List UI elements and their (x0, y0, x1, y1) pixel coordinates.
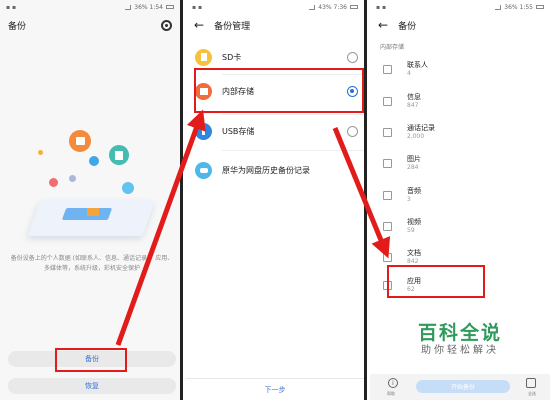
checkbox[interactable] (383, 252, 392, 262)
item-count: 2,000 (407, 133, 425, 140)
page-title: 备份 (8, 21, 27, 32)
radio-sd[interactable] (347, 51, 358, 63)
dot-icon (38, 150, 43, 155)
backup-home-screen: ▪ ▪ 36% 1:54 备份 备份设备上的个人数据 (如联系人、信息、通话记录… (0, 0, 183, 400)
help-label: 帮助 (387, 391, 395, 396)
start-backup-button[interactable]: 开始备份 (416, 380, 510, 393)
usb-icon (195, 122, 212, 140)
item-name: 通话记录 (407, 124, 435, 132)
cloud-drive-icon (195, 161, 212, 179)
item-name: 视频 (407, 218, 421, 226)
restore-button[interactable]: 恢复 (8, 378, 176, 394)
app-bar: 备份 (0, 14, 180, 36)
battery-icon (166, 5, 174, 9)
checkbox[interactable] (383, 64, 392, 74)
status-icons-left: ▪ ▪ (6, 3, 17, 11)
gear-icon[interactable] (161, 19, 172, 31)
checkbox[interactable] (383, 221, 392, 231)
file-icon (69, 130, 91, 152)
list-item-pictures[interactable]: 图片 284 (370, 148, 550, 178)
list-item-video[interactable]: 视频 59 (370, 211, 550, 241)
select-all-icon[interactable] (526, 378, 536, 388)
checkbox[interactable] (383, 127, 392, 137)
status-bar: ▪ ▪ 43% 7:36 (186, 0, 364, 14)
location-icon (89, 156, 99, 166)
sd-card-icon (195, 48, 212, 66)
list-item-call-log[interactable]: 通话记录 2,000 (370, 117, 550, 147)
battery-icon (536, 5, 544, 9)
highlight-internal-storage (194, 68, 364, 113)
battery-icon (350, 5, 358, 9)
list-item-audio[interactable]: 音频 3 (370, 180, 550, 210)
backup-select-screen: ▪ ▪ 36% 1:55 ← 备份 内部存储 联系人 4 信息 847 通话记录 2,… (370, 0, 550, 400)
status-time: 43% 7:36 (318, 3, 347, 11)
select-all-label: 全选 (528, 391, 536, 396)
storage-option-usb[interactable]: USB存储 (186, 116, 364, 146)
status-icons-left: ▪ ▪ (376, 3, 387, 11)
item-count: 3 (407, 196, 411, 203)
backup-description: 备份设备上的个人数据 (如联系人、信息、通话记录)、应用、多媒体等，系统升级，彩… (10, 255, 174, 272)
status-time: 36% 1:54 (134, 3, 163, 11)
checkbox[interactable] (383, 158, 392, 168)
signal-icon (495, 4, 502, 10)
page-title: 备份 (398, 21, 417, 32)
bottom-bar: i 帮助 开始备份 全选 (370, 374, 550, 400)
page-title: 备份管理 (214, 21, 251, 32)
storage-option-label: 原华为网盘历史备份记录 (222, 165, 310, 175)
item-name: 联系人 (407, 61, 428, 69)
highlight-backup-button (55, 348, 127, 372)
item-count: 847 (407, 102, 419, 109)
back-arrow-icon[interactable]: ← (194, 19, 204, 31)
sd-card-shape (87, 208, 99, 216)
contact-icon (49, 178, 58, 187)
signal-icon (125, 4, 132, 10)
app-bar: ← 备份管理 (186, 14, 364, 36)
status-time: 36% 1:55 (504, 3, 533, 11)
status-icons-left: ▪ ▪ (192, 3, 203, 11)
section-header: 内部存储 (380, 44, 405, 51)
cloud-icon (122, 182, 134, 194)
help-icon[interactable]: i (388, 378, 398, 388)
backup-manage-screen: ▪ ▪ 43% 7:36 ← 备份管理 SD卡 内部存储 USB存储 原华为网盘… (186, 0, 367, 400)
status-bar: ▪ ▪ 36% 1:54 (0, 0, 180, 14)
storage-option-cloud-history[interactable]: 原华为网盘历史备份记录 (186, 155, 364, 185)
item-count: 284 (407, 164, 419, 171)
item-name: 图片 (407, 155, 421, 163)
signal-icon (309, 4, 316, 10)
checkbox[interactable] (383, 190, 392, 200)
divider (222, 114, 364, 115)
item-name: 信息 (407, 93, 421, 101)
item-count: 4 (407, 70, 411, 77)
back-arrow-icon[interactable]: ← (378, 19, 388, 31)
list-item-contacts[interactable]: 联系人 4 (370, 54, 550, 84)
item-count: 59 (407, 227, 415, 234)
radio-usb[interactable] (347, 125, 358, 137)
storage-option-label: USB存储 (222, 126, 255, 136)
document-icon (109, 145, 129, 165)
item-name: 文档 (407, 249, 421, 257)
item-name: 音频 (407, 187, 421, 195)
checkbox[interactable] (383, 96, 392, 106)
backup-illustration (24, 120, 159, 240)
highlight-apps-item (387, 265, 485, 298)
list-item-messages[interactable]: 信息 847 (370, 86, 550, 116)
dot-icon (69, 175, 76, 182)
app-bar: ← 备份 (370, 14, 550, 36)
storage-option-label: SD卡 (222, 52, 242, 62)
next-button[interactable]: 下一步 (186, 378, 364, 400)
divider (222, 150, 364, 151)
status-bar: ▪ ▪ 36% 1:55 (370, 0, 550, 14)
